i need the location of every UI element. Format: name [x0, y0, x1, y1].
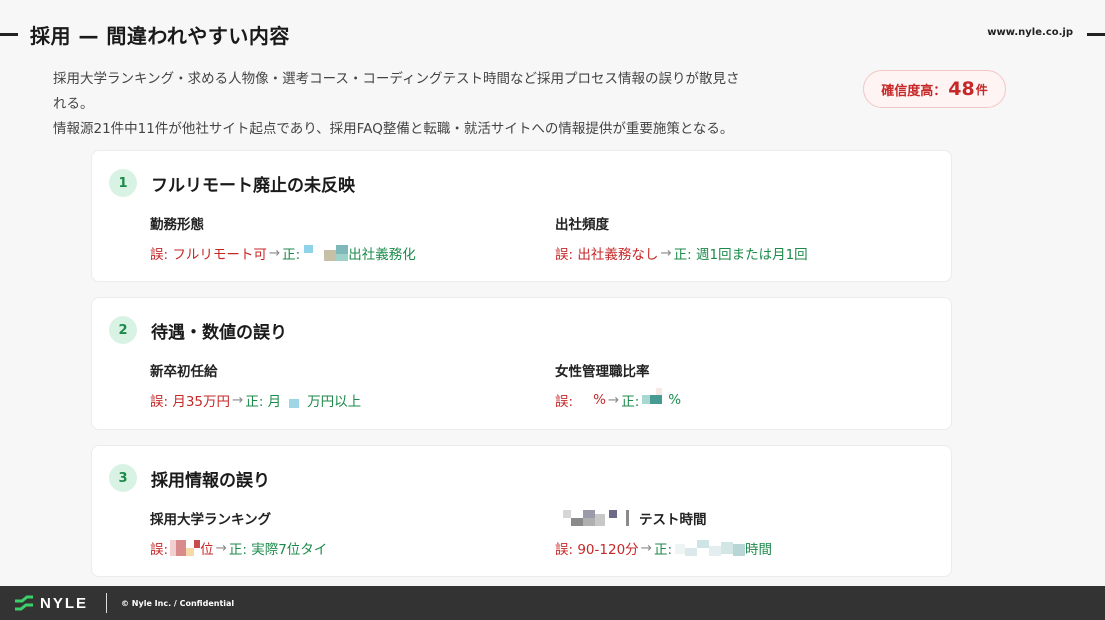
footer-divider: [106, 593, 108, 613]
card-title: フルリモート廃止の未反映: [151, 175, 355, 196]
confidence-value: 48: [948, 78, 975, 100]
summary-line: 採用大学ランキング・求める人物像・選考コース・コーディングテスト時間など採用プロ…: [53, 71, 740, 87]
card-header: 3 採用情報の誤り: [109, 464, 270, 492]
issue-item: 新卒初任給 誤: 月35万円 → 正: 月 万円以上: [150, 360, 361, 410]
item-label: 新卒初任給: [150, 364, 218, 380]
issue-item: 女性管理職比率 誤: % → 正: %: [555, 360, 681, 410]
card-title: 採用情報の誤り: [151, 470, 270, 491]
correct-value: 正:: [621, 394, 640, 410]
confidence-badge: 確信度高： 48 件: [863, 70, 1006, 108]
item-value: 誤: 出社義務なし → 正: 週1回または月1回: [555, 243, 808, 263]
item-label: 女性管理職比率: [555, 364, 650, 380]
nyle-logo-icon: [15, 595, 33, 611]
logo-text: NYLE: [40, 594, 89, 612]
wrong-value: 誤:: [150, 542, 169, 558]
page-title: 採用 — 間違われやすい内容: [30, 24, 290, 48]
correct-value: 正:: [282, 247, 301, 263]
wrong-value: 位: [200, 542, 214, 558]
header-rule-left: [0, 33, 18, 36]
issue-item: 勤務形態 誤: フルリモート可 → 正: 出社義務化: [150, 213, 416, 263]
summary-line: 情報源21件中11件が他社サイト起点であり、採用FAQ整備と転職・就活サイトへの…: [53, 121, 734, 137]
correct-value: 時間: [745, 542, 773, 558]
arrow-icon: →: [215, 540, 227, 556]
card-title: 待遇・数値の誤り: [151, 322, 287, 343]
redacted-mosaic: [555, 510, 635, 526]
correct-value: 正: 実際7位タイ: [228, 542, 328, 558]
card-number-badge: 1: [109, 169, 137, 197]
correct-value: 正: 週1回または月1回: [673, 247, 808, 263]
issue-card: 2 待遇・数値の誤り 新卒初任給 誤: 月35万円 → 正: 月 万円以上 女性…: [91, 297, 952, 430]
item-label: テスト時間: [555, 508, 772, 528]
item-value: 誤: % → 正: %: [555, 388, 682, 410]
summary-text: 採用大学ランキング・求める人物像・選考コース・コーディングテスト時間など採用プロ…: [53, 67, 853, 142]
item-value: 誤: フルリモート可 → 正: 出社義務化: [150, 243, 416, 263]
correct-value: %: [668, 392, 682, 408]
arrow-icon: →: [607, 392, 620, 408]
item-value: 誤: 月35万円 → 正: 月 万円以上: [150, 390, 361, 410]
wrong-value: %: [593, 392, 606, 408]
wrong-value: 誤: 90-120分: [555, 542, 639, 558]
arrow-icon: →: [640, 540, 652, 556]
header-rule-right: [1087, 33, 1105, 36]
summary-line: れる。: [53, 96, 94, 112]
arrow-icon: →: [232, 392, 244, 408]
redacted-mosaic: [304, 245, 349, 261]
correct-value: 正:: [653, 542, 673, 558]
item-label: 採用大学ランキング: [150, 512, 272, 528]
site-url: www.nyle.co.jp: [987, 27, 1073, 38]
issue-item: 出社頻度 誤: 出社義務なし → 正: 週1回または月1回: [555, 213, 808, 263]
card-number-badge: 2: [109, 316, 137, 344]
issue-card: 3 採用情報の誤り 採用大学ランキング 誤: 位 → 正: 実際7位タイ テスト…: [91, 445, 952, 577]
correct-value: 万円以上: [307, 394, 362, 410]
item-value: 誤: 90-120分 → 正: 時間: [555, 538, 772, 558]
card-header: 2 待遇・数値の誤り: [109, 316, 287, 344]
item-label: 勤務形態: [150, 217, 204, 233]
issue-card: 1 フルリモート廃止の未反映 勤務形態 誤: フルリモート可 → 正: 出社義務…: [91, 150, 952, 282]
footer-bar: NYLE © Nyle Inc. / Confidential: [0, 586, 1105, 620]
item-value: 誤: 位 → 正: 実際7位タイ: [150, 538, 327, 558]
correct-value: 正: 月: [245, 394, 282, 410]
wrong-value: 誤: 出社義務なし: [555, 247, 659, 263]
card-number-badge: 3: [109, 464, 137, 492]
redacted-mosaic: [168, 540, 201, 556]
wrong-value: 誤:: [555, 394, 574, 410]
wrong-value: 誤: フルリモート可: [150, 247, 267, 263]
arrow-icon: →: [268, 245, 281, 261]
arrow-icon: →: [660, 245, 672, 261]
confidence-unit: 件: [975, 82, 988, 97]
redacted-mosaic: [675, 540, 746, 556]
confidence-label: 確信度高：: [881, 83, 947, 99]
wrong-value: 誤: 月35万円: [150, 394, 231, 410]
redacted-mosaic: [642, 388, 668, 408]
nyle-logo: NYLE: [14, 595, 88, 612]
slide-page: 採用 — 間違われやすい内容 www.nyle.co.jp 採用大学ランキング・…: [0, 0, 1105, 620]
issue-item: 採用大学ランキング 誤: 位 → 正: 実際7位タイ: [150, 508, 327, 558]
item-label: 出社頻度: [555, 217, 609, 233]
redacted-mosaic: [281, 392, 307, 408]
correct-value: 出社義務化: [348, 247, 416, 263]
card-header: 1 フルリモート廃止の未反映: [109, 169, 355, 197]
copyright-text: © Nyle Inc. / Confidential: [121, 598, 235, 608]
redacted-mosaic: [573, 392, 593, 408]
item-label-text: テスト時間: [639, 512, 707, 528]
issue-item: テスト時間 誤: 90-120分 → 正: 時間: [555, 508, 772, 558]
